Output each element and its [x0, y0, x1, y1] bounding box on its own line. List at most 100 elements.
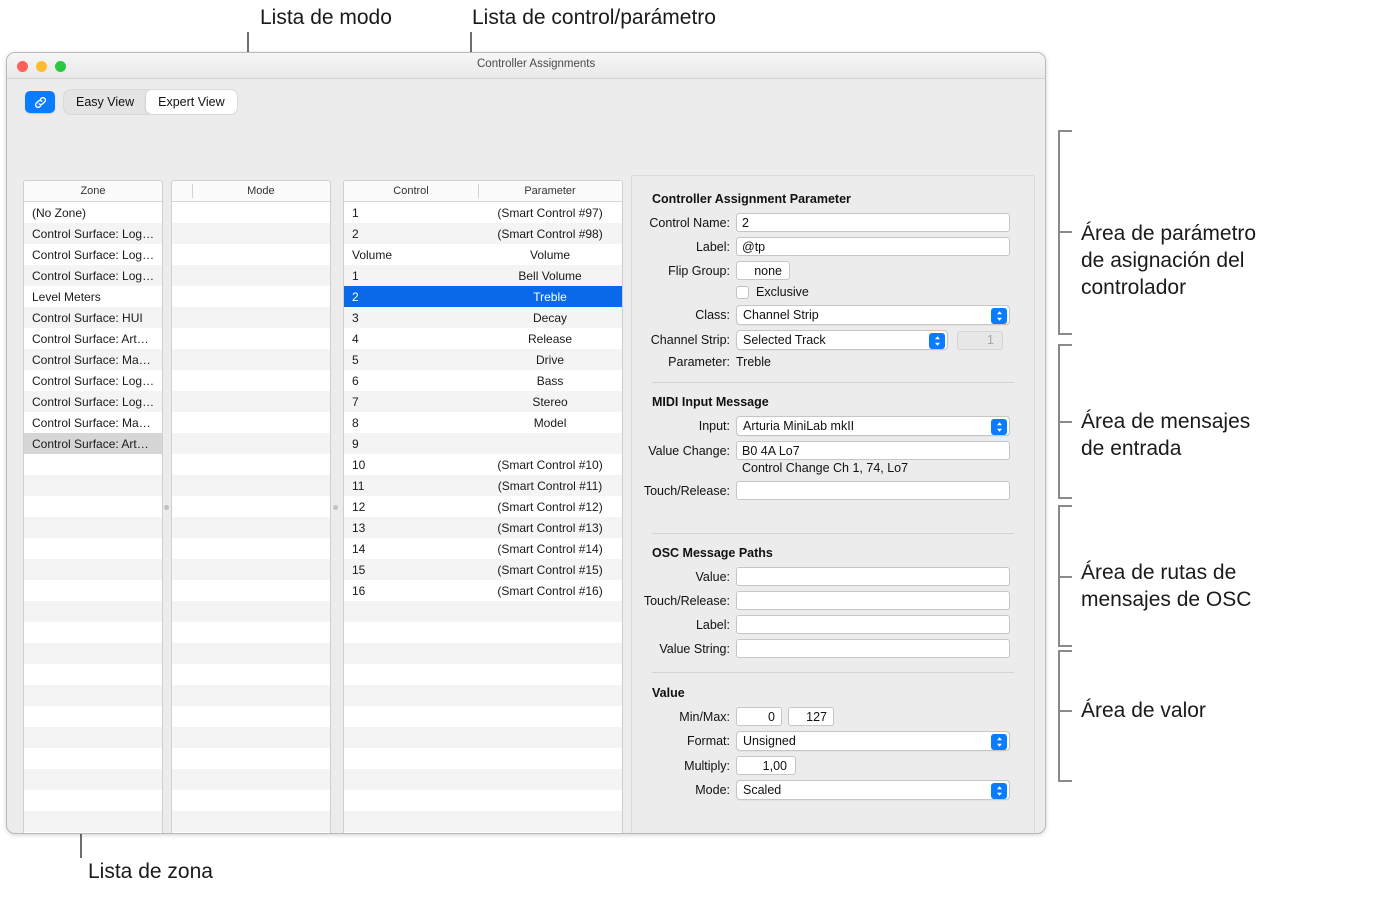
table-row[interactable] [172, 433, 330, 454]
exclusive-checkbox[interactable] [736, 285, 749, 299]
table-row[interactable]: 10 (Smart Control #10) [344, 454, 622, 475]
field-format[interactable]: Format: Unsigned [632, 731, 1034, 751]
table-row[interactable] [344, 811, 622, 832]
field-channel-strip[interactable]: Channel Strip: Selected Track 1 [632, 330, 1034, 350]
mode-list-rows[interactable] [172, 202, 330, 832]
tab-expert-view[interactable]: Expert View [146, 90, 237, 114]
table-row[interactable]: 6 Bass [344, 370, 622, 391]
table-row[interactable]: 5 Drive [344, 349, 622, 370]
table-row[interactable] [172, 370, 330, 391]
table-row[interactable]: Control Surface: Art… [24, 328, 162, 349]
table-row[interactable] [344, 748, 622, 769]
value-change-input[interactable]: B0 4A Lo7 [736, 441, 1010, 460]
table-row[interactable] [24, 454, 162, 475]
table-row[interactable] [172, 727, 330, 748]
table-row[interactable] [24, 748, 162, 769]
table-row[interactable]: 11 (Smart Control #11) [344, 475, 622, 496]
table-row[interactable] [172, 265, 330, 286]
table-row[interactable]: 2 (Smart Control #98) [344, 223, 622, 244]
table-row[interactable] [172, 391, 330, 412]
osc-value-string-input[interactable] [736, 639, 1010, 658]
table-row[interactable]: 4 Release [344, 328, 622, 349]
mode-control-resize-grip[interactable] [333, 505, 338, 510]
table-row[interactable] [172, 223, 330, 244]
table-row[interactable]: Control Surface: Log… [24, 244, 162, 265]
table-row[interactable] [24, 643, 162, 664]
table-row[interactable]: Control Surface: Ma… [24, 349, 162, 370]
table-row[interactable] [24, 769, 162, 790]
control-name-input[interactable]: 2 [736, 213, 1010, 232]
table-row[interactable]: Control Surface: HUI [24, 307, 162, 328]
table-row[interactable] [344, 664, 622, 685]
table-row[interactable] [24, 601, 162, 622]
parameter-column-header[interactable]: Parameter [478, 181, 622, 201]
table-row[interactable] [172, 790, 330, 811]
table-row[interactable] [24, 790, 162, 811]
osc-value-input[interactable] [736, 567, 1010, 586]
osc-touch-release-input[interactable] [736, 591, 1010, 610]
table-row[interactable]: Control Surface: Art… [24, 433, 162, 454]
table-row[interactable] [24, 559, 162, 580]
table-row[interactable]: 13 (Smart Control #13) [344, 517, 622, 538]
table-row[interactable] [24, 580, 162, 601]
table-row[interactable] [24, 517, 162, 538]
table-row[interactable] [172, 811, 330, 832]
field-midi-input[interactable]: Input: Arturia MiniLab mkII [632, 416, 1034, 436]
format-popup-button[interactable]: Unsigned [736, 731, 1010, 751]
table-row[interactable] [172, 307, 330, 328]
min-value-input[interactable]: 0 [736, 707, 782, 726]
table-row[interactable]: Control Surface: Log… [24, 370, 162, 391]
mode-column-header[interactable]: Mode [191, 181, 330, 201]
table-row[interactable] [24, 706, 162, 727]
table-row[interactable] [172, 412, 330, 433]
max-value-input[interactable]: 127 [788, 707, 834, 726]
control-column-header[interactable]: Control [344, 181, 478, 201]
table-row[interactable] [172, 517, 330, 538]
table-row[interactable] [24, 496, 162, 517]
field-exclusive[interactable]: Exclusive [632, 285, 1034, 299]
field-osc-touch-release[interactable]: Touch/Release: [632, 591, 1034, 610]
multiply-input[interactable]: 1,00 [736, 756, 796, 775]
table-row[interactable]: 7 Stereo [344, 391, 622, 412]
table-row[interactable]: Control Surface: Log… [24, 391, 162, 412]
table-row[interactable] [344, 790, 622, 811]
table-row[interactable] [344, 706, 622, 727]
table-row[interactable] [172, 202, 330, 223]
table-row[interactable] [172, 706, 330, 727]
table-row[interactable]: Level Meters [24, 286, 162, 307]
table-row[interactable]: 14 (Smart Control #14) [344, 538, 622, 559]
table-row[interactable] [344, 643, 622, 664]
label-input[interactable]: @tp [736, 237, 1010, 256]
link-icon[interactable] [25, 91, 55, 113]
table-row[interactable] [172, 244, 330, 265]
table-row[interactable] [344, 685, 622, 706]
table-row[interactable] [24, 622, 162, 643]
table-row[interactable] [172, 454, 330, 475]
table-row[interactable] [172, 286, 330, 307]
class-popup-button[interactable]: Channel Strip [736, 305, 1010, 325]
table-row[interactable]: 8 Model [344, 412, 622, 433]
table-row[interactable] [24, 538, 162, 559]
field-osc-value-string[interactable]: Value String: [632, 639, 1034, 658]
view-mode-segmented-control[interactable]: Easy View Expert View [64, 90, 237, 114]
table-row[interactable] [24, 685, 162, 706]
field-flip-group[interactable]: Flip Group: none [632, 261, 1034, 280]
field-value-change[interactable]: Value Change: B0 4A Lo7 [632, 441, 1034, 460]
maximize-button[interactable] [55, 61, 66, 72]
zone-column-header[interactable]: Zone [24, 181, 162, 201]
table-row[interactable] [172, 685, 330, 706]
field-min-max[interactable]: Min/Max: 0 127 [632, 707, 1034, 726]
table-row[interactable]: 1 (Smart Control #97) [344, 202, 622, 223]
table-row[interactable] [172, 328, 330, 349]
table-row[interactable] [24, 664, 162, 685]
field-mode[interactable]: Mode: Scaled [632, 780, 1034, 800]
field-osc-label[interactable]: Label: [632, 615, 1034, 634]
table-row[interactable] [172, 622, 330, 643]
zone-list-panel[interactable]: Zone (No Zone) Control Surface: Log… Contr… [23, 180, 163, 833]
zone-mode-resize-grip[interactable] [164, 505, 169, 510]
table-row[interactable]: Control Surface: Log… [24, 265, 162, 286]
midi-touch-release-input[interactable] [736, 481, 1010, 500]
table-row[interactable]: 1 Bell Volume [344, 265, 622, 286]
table-row[interactable]: Volume Volume [344, 244, 622, 265]
table-row[interactable] [344, 601, 622, 622]
